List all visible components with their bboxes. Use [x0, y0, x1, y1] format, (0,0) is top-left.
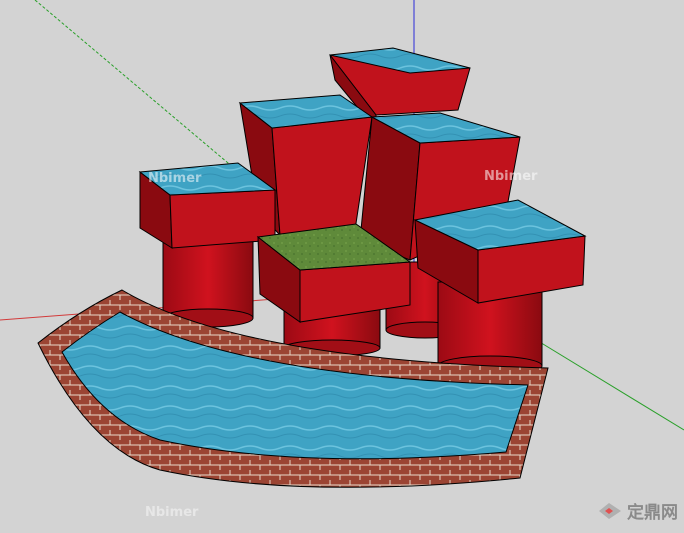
watermark-left: Nbimer	[148, 171, 202, 186]
watermark-bottom: Nbimer	[145, 505, 199, 520]
sketchup-viewport[interactable]: Nbimer Nbimer Nbimer 定鼎网	[0, 0, 684, 529]
watermark-right: Nbimer	[484, 169, 538, 184]
brand-name: 定鼎网	[627, 503, 678, 523]
brand-logo-icon	[599, 502, 621, 519]
model-canvas[interactable]: Nbimer Nbimer Nbimer	[0, 0, 684, 529]
green-axis-dashed	[34, 0, 261, 191]
brand-watermark: 定鼎网	[597, 498, 678, 523]
cylinder-left	[162, 239, 254, 328]
